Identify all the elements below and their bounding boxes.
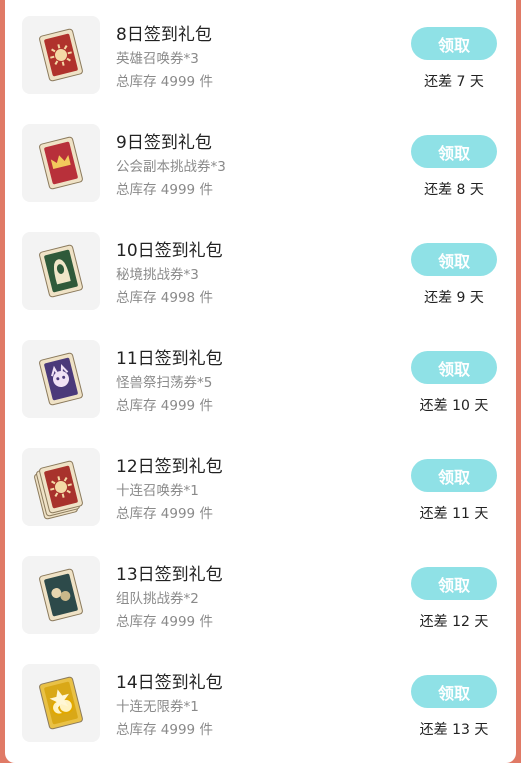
gift-title: 8日签到礼包: [116, 25, 212, 45]
gift-stock: 总库存 4999 件: [116, 722, 213, 738]
gift-list-panel: 8日签到礼包 英雄召唤券*3 总库存 4999 件 领取 还差 7 天 9日签到…: [5, 0, 516, 763]
gift-title: 9日签到礼包: [116, 133, 212, 153]
days-remaining: 还差 13 天: [419, 722, 489, 738]
days-remaining: 还差 7 天: [424, 74, 484, 90]
guild-dungeon-ticket-icon: [22, 124, 100, 202]
gift-stock: 总库存 4999 件: [116, 506, 213, 522]
gift-row-day-8: 8日签到礼包 英雄召唤券*3 总库存 4999 件 领取 还差 7 天: [5, 0, 516, 108]
claim-button[interactable]: 领取: [411, 243, 497, 276]
gift-row-day-11: 11日签到礼包 怪兽祭扫荡券*5 总库存 4999 件 领取 还差 10 天: [5, 324, 516, 432]
claim-button[interactable]: 领取: [411, 459, 497, 492]
gift-item: 秘境挑战券*3: [116, 267, 199, 283]
gift-item: 组队挑战券*2: [116, 591, 199, 607]
ten-pull-unlimited-ticket-icon: [22, 664, 100, 742]
gift-title: 12日签到礼包: [116, 457, 223, 477]
claim-button[interactable]: 领取: [411, 351, 497, 384]
days-remaining: 还差 11 天: [419, 506, 489, 522]
claim-button[interactable]: 领取: [411, 135, 497, 168]
gift-title: 13日签到礼包: [116, 565, 223, 585]
gift-item: 公会副本挑战券*3: [116, 159, 226, 175]
summon-ticket-icon: [22, 16, 100, 94]
gift-stock: 总库存 4999 件: [116, 74, 213, 90]
gift-stock: 总库存 4999 件: [116, 182, 213, 198]
gift-stock: 总库存 4999 件: [116, 614, 213, 630]
secret-realm-ticket-icon: [22, 232, 100, 310]
gift-title: 11日签到礼包: [116, 349, 223, 369]
gift-title: 14日签到礼包: [116, 673, 223, 693]
team-challenge-ticket-icon: [22, 556, 100, 634]
gift-item: 十连无限券*1: [116, 699, 199, 715]
gift-item: 怪兽祭扫荡券*5: [116, 375, 213, 391]
monster-sweep-ticket-icon: [22, 340, 100, 418]
ten-pull-ticket-icon: [22, 448, 100, 526]
gift-stock: 总库存 4998 件: [116, 290, 213, 306]
gift-stock: 总库存 4999 件: [116, 398, 213, 414]
gift-row-day-10: 10日签到礼包 秘境挑战券*3 总库存 4998 件 领取 还差 9 天: [5, 216, 516, 324]
days-remaining: 还差 12 天: [419, 614, 489, 630]
gift-title: 10日签到礼包: [116, 241, 223, 261]
days-remaining: 还差 8 天: [424, 182, 484, 198]
gift-item: 英雄召唤券*3: [116, 51, 199, 67]
claim-button[interactable]: 领取: [411, 27, 497, 60]
gift-row-day-14: 14日签到礼包 十连无限券*1 总库存 4999 件 领取 还差 13 天: [5, 648, 516, 756]
days-remaining: 还差 9 天: [424, 290, 484, 306]
gift-row-day-13: 13日签到礼包 组队挑战券*2 总库存 4999 件 领取 还差 12 天: [5, 540, 516, 648]
claim-button[interactable]: 领取: [411, 675, 497, 708]
gift-row-day-12: 12日签到礼包 十连召唤券*1 总库存 4999 件 领取 还差 11 天: [5, 432, 516, 540]
claim-button[interactable]: 领取: [411, 567, 497, 600]
gift-row-day-9: 9日签到礼包 公会副本挑战券*3 总库存 4999 件 领取 还差 8 天: [5, 108, 516, 216]
days-remaining: 还差 10 天: [419, 398, 489, 414]
gift-item: 十连召唤券*1: [116, 483, 199, 499]
